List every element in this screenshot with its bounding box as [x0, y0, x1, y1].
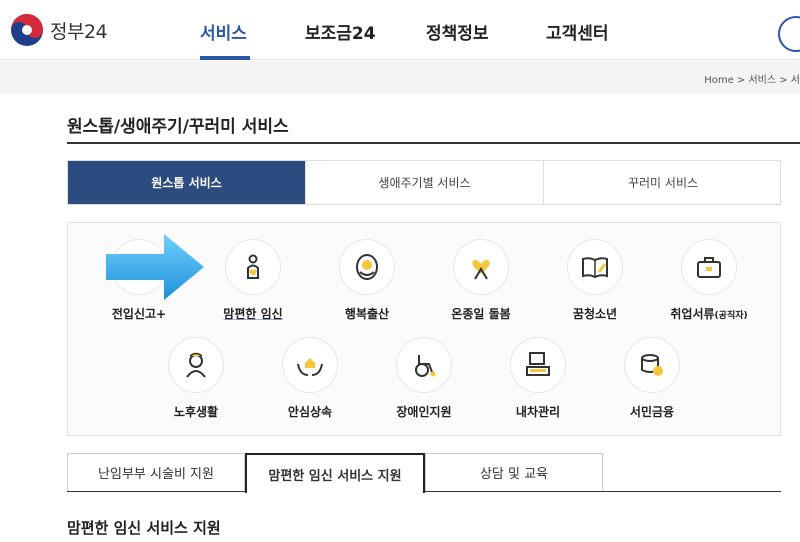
site-header: 정부24 서비스 보조금24 정책정보 고객센터 [0, 0, 800, 60]
gov24-logo[interactable]: 정부24 [10, 13, 108, 47]
tab-counseling-education[interactable]: 상담 및 교육 [425, 453, 603, 491]
tab-infertility-support[interactable]: 난임부부 시술비 지원 [67, 453, 245, 491]
nav-policy-info[interactable]: 정책정보 [426, 19, 489, 44]
nav-customer-center[interactable]: 고객센터 [546, 19, 609, 44]
service-pregnancy[interactable]: 맘편한 임신 [198, 239, 308, 322]
baby-icon [339, 239, 395, 295]
car-icon [510, 337, 566, 393]
service-retirement[interactable]: 노후생활 [141, 337, 251, 420]
service-label: 서민금융 [629, 405, 675, 419]
service-inheritance[interactable]: 안심상속 [255, 337, 365, 420]
breadcrumb-bar: Home > 서비스 > 서 [0, 61, 800, 94]
service-label: 노후생활 [173, 405, 219, 419]
service-label: 맘편한 임신 [223, 307, 283, 321]
tab-pregnancy-service[interactable]: 맘편한 임신 서비스 지원 [245, 453, 425, 493]
service-label: 안심상속 [287, 405, 333, 419]
search-button[interactable] [778, 16, 800, 52]
service-childcare[interactable]: 온종일 돌봄 [426, 239, 536, 322]
service-disability[interactable]: 장애인지원 [369, 337, 479, 420]
title-divider [67, 142, 800, 144]
pregnancy-subtabs: 난임부부 시술비 지원 맘편한 임신 서비스 지원 상담 및 교육 [67, 453, 781, 493]
service-label-small: (공직자) [714, 311, 748, 321]
nav-active-indicator [200, 56, 250, 60]
page-title: 원스톱/생애주기/꾸러미 서비스 [67, 117, 289, 137]
nav-subsidy24[interactable]: 보조금24 [305, 19, 376, 44]
briefcase-icon [681, 239, 737, 295]
wheelchair-icon [396, 337, 452, 393]
tab-package[interactable]: 꾸러미 서비스 [544, 161, 782, 204]
tab-lifecycle[interactable]: 생애주기별 서비스 [306, 161, 544, 204]
taegeuk-logo-icon [11, 14, 43, 46]
service-youth[interactable]: 꿈청소년 [540, 239, 650, 322]
service-car[interactable]: 내차관리 [483, 337, 593, 420]
pregnant-woman-icon [225, 239, 281, 295]
pointer-arrow-icon [106, 234, 204, 300]
nav-services[interactable]: 서비스 [200, 19, 247, 44]
coins-icon [624, 337, 680, 393]
service-finance[interactable]: 서민금융 [597, 337, 707, 420]
book-pencil-icon [567, 239, 623, 295]
service-label: 행복출산 [344, 307, 390, 321]
section-title: 맘편한 임신 서비스 지원 [67, 519, 221, 537]
tab-onestop[interactable]: 원스톱 서비스 [68, 161, 306, 204]
service-job-docs[interactable]: 취업서류(공직자) [654, 239, 764, 322]
logo-text: 정부24 [50, 20, 108, 43]
elder-icon [168, 337, 224, 393]
service-label: 내차관리 [515, 405, 561, 419]
service-type-tabs: 원스톱 서비스 생애주기별 서비스 꾸러미 서비스 [67, 160, 781, 205]
heart-ribbon-icon [453, 239, 509, 295]
service-label: 취업서류(공직자) [654, 305, 764, 322]
breadcrumb: Home > 서비스 > 서 [704, 75, 800, 86]
service-birth[interactable]: 행복출산 [312, 239, 422, 322]
service-label: 꿈청소년 [572, 307, 618, 321]
service-label-main: 취업서류 [670, 307, 715, 321]
service-label: 온종일 돌봄 [451, 307, 511, 321]
hands-house-icon [282, 337, 338, 393]
service-label: 장애인지원 [396, 405, 452, 419]
service-label: 전입신고+ [111, 307, 167, 321]
